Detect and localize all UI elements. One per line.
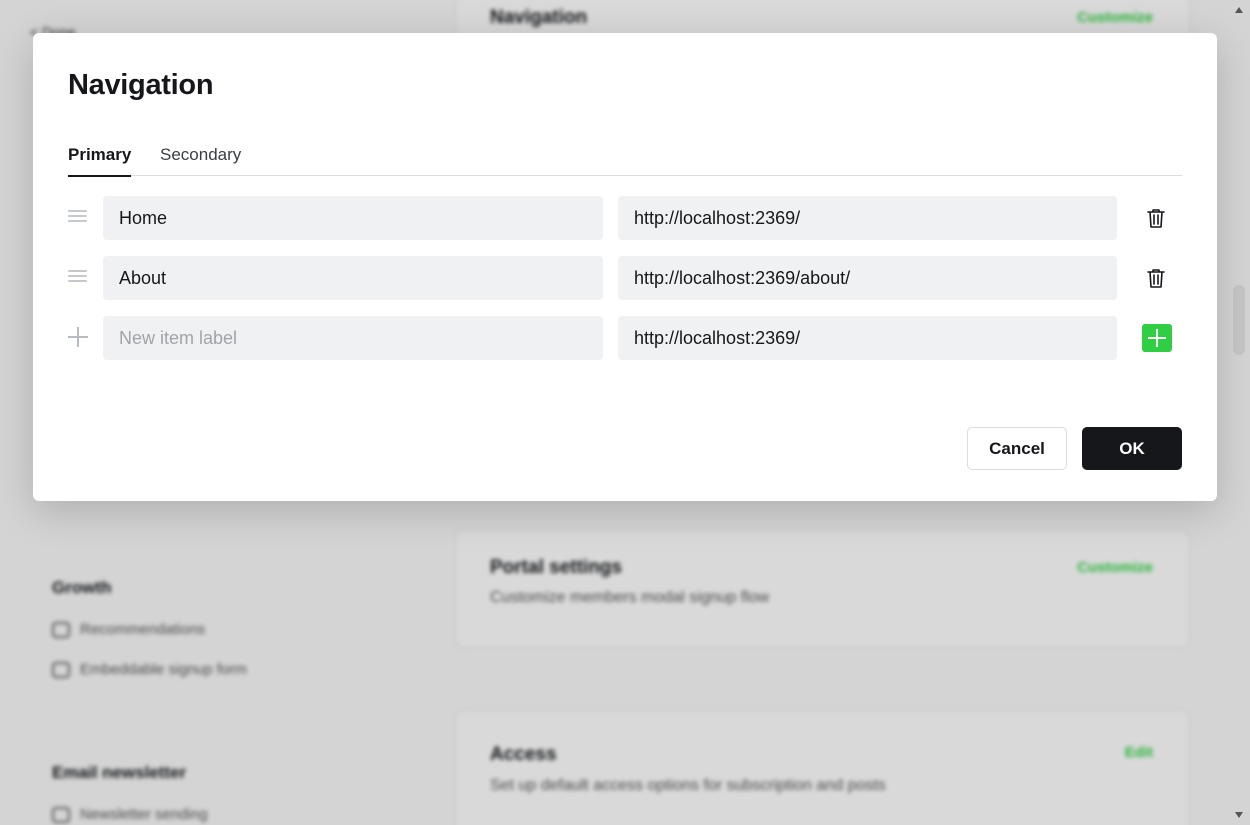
navigation-modal: Navigation Primary Secondary Cancel OK <box>33 33 1217 501</box>
nav-item-row <box>68 256 1182 300</box>
page-scrollbar[interactable] <box>1230 0 1250 825</box>
new-item-url-input[interactable] <box>618 316 1117 360</box>
item-url-input[interactable] <box>618 256 1117 300</box>
modal-title: Navigation <box>68 69 214 101</box>
item-label-input[interactable] <box>103 196 603 240</box>
new-item-row <box>68 316 1182 360</box>
scroll-up-arrow-icon[interactable] <box>1235 7 1243 13</box>
ok-button[interactable]: OK <box>1082 427 1182 470</box>
drag-handle-icon[interactable] <box>68 210 87 222</box>
tab-primary[interactable]: Primary <box>68 145 132 177</box>
trash-icon[interactable] <box>1145 267 1167 289</box>
scroll-thumb[interactable] <box>1233 285 1245 355</box>
tab-bar: Primary Secondary <box>68 141 1182 177</box>
cancel-button[interactable]: Cancel <box>967 427 1067 470</box>
nav-item-row <box>68 196 1182 240</box>
item-url-input[interactable] <box>618 196 1117 240</box>
plus-icon <box>68 327 88 347</box>
new-item-label-input[interactable] <box>103 316 603 360</box>
tab-secondary[interactable]: Secondary <box>160 145 241 175</box>
add-item-button[interactable] <box>1142 324 1172 352</box>
drag-handle-icon[interactable] <box>68 270 87 282</box>
trash-icon[interactable] <box>1145 207 1167 229</box>
item-label-input[interactable] <box>103 256 603 300</box>
scroll-down-arrow-icon[interactable] <box>1235 812 1243 818</box>
